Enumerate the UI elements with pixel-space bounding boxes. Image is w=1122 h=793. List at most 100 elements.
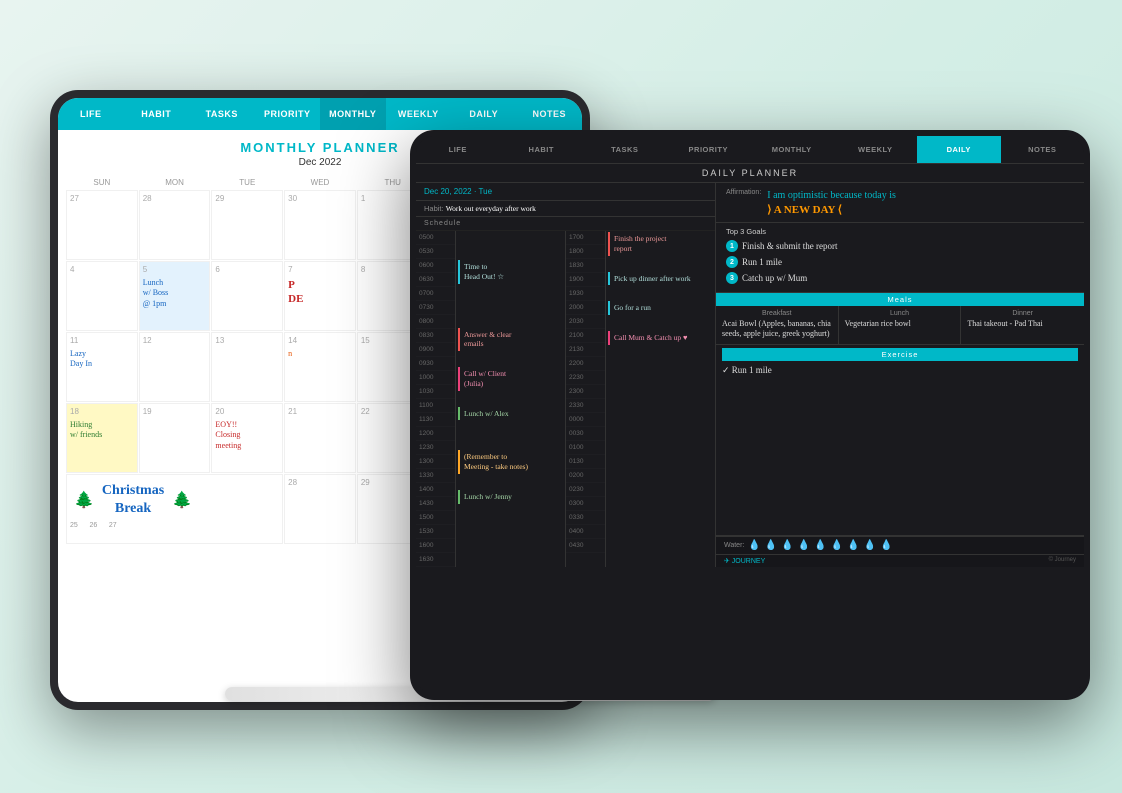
timeslot-0000: 0000 bbox=[566, 413, 605, 427]
timeslot-0600: 0600 bbox=[416, 259, 455, 273]
cal-cell-14[interactable]: 14 n bbox=[284, 332, 356, 402]
cal-cell-28-prev[interactable]: 28 bbox=[139, 190, 211, 260]
cal-cell-13[interactable]: 13 bbox=[211, 332, 283, 402]
front-nav-habit[interactable]: HABIT bbox=[500, 136, 584, 163]
front-nav-weekly[interactable]: WEEKLY bbox=[834, 136, 918, 163]
timeslot-1400: 1400 bbox=[416, 483, 455, 497]
cal-cell-18[interactable]: 18 Hikingw/ friends bbox=[66, 403, 138, 473]
water-drop-5: 💧 bbox=[814, 540, 826, 551]
dinner-label: Dinner bbox=[967, 310, 1078, 317]
meals-grid: Breakfast Acai Bowl (Apples, bananas, ch… bbox=[716, 306, 1084, 345]
ipad-front: LIFE HABIT TASKS PRIORITY MONTHLY WEEKLY… bbox=[410, 130, 1090, 700]
habit-label: Habit: bbox=[424, 204, 444, 213]
xmas-text: ChristmasBreak bbox=[102, 482, 164, 518]
timeslot-0500: 0500 bbox=[416, 231, 455, 245]
back-nav-weekly[interactable]: WEEKLY bbox=[386, 98, 452, 130]
event-meeting-notes: (Remember toMeeting - take notes) bbox=[458, 450, 563, 474]
water-drop-2: 💧 bbox=[765, 540, 777, 551]
water-drop-4: 💧 bbox=[798, 540, 810, 551]
cal-cell-6[interactable]: 6 bbox=[211, 261, 283, 331]
meal-dinner: Dinner Thai takeout - Pad Thai bbox=[961, 306, 1084, 344]
goal-num-1: 1 bbox=[726, 240, 738, 252]
exercise-header: Exercise bbox=[722, 348, 1078, 361]
schedule-label: Schedule bbox=[416, 217, 715, 231]
cal-header-wed: WED bbox=[284, 176, 356, 189]
front-nav-tasks[interactable]: TASKS bbox=[583, 136, 667, 163]
timeslot-1530: 1530 bbox=[416, 525, 455, 539]
footer-logo: ✈ JOURNEY bbox=[724, 557, 765, 565]
timeslot-2030: 2030 bbox=[566, 315, 605, 329]
timeslot-0700: 0700 bbox=[416, 287, 455, 301]
cal-cell-12[interactable]: 12 bbox=[139, 332, 211, 402]
goals-section: Top 3 Goals 1 Finish & submit the report… bbox=[716, 223, 1084, 293]
event-call-mum: Call Mum & Catch up ♥ bbox=[608, 331, 713, 345]
event-pickup-dinner: Pick up dinner after work bbox=[608, 272, 713, 286]
back-nav-priority[interactable]: PRIORITY bbox=[255, 98, 321, 130]
goal-num-3: 3 bbox=[726, 272, 738, 284]
water-drop-6: 💧 bbox=[831, 540, 843, 551]
event-lunch-alex: Lunch w/ Alex bbox=[458, 407, 563, 421]
back-nav-notes[interactable]: NOTES bbox=[517, 98, 583, 130]
cal-cell-21[interactable]: 21 bbox=[284, 403, 356, 473]
goal-text-3: Catch up w/ Mum bbox=[742, 273, 807, 283]
front-right-panel: Affirmation: I am optimistic because tod… bbox=[716, 183, 1084, 567]
cal-cell-28[interactable]: 28 bbox=[284, 474, 356, 544]
cal-header-tue: TUE bbox=[211, 176, 283, 189]
cal-cell-30-prev[interactable]: 30 bbox=[284, 190, 356, 260]
front-nav-monthly[interactable]: MONTHLY bbox=[750, 136, 834, 163]
timeslot-2200: 2200 bbox=[566, 357, 605, 371]
affirmation-area: Affirmation: I am optimistic because tod… bbox=[716, 183, 1084, 223]
timeslot-0530: 0530 bbox=[416, 245, 455, 259]
timeslot-1230: 1230 bbox=[416, 441, 455, 455]
timeslot-2000: 2000 bbox=[566, 301, 605, 315]
front-left-panel: Dec 20, 2022 · Tue Habit: Work out every… bbox=[416, 183, 716, 567]
front-nav-life[interactable]: LIFE bbox=[416, 136, 500, 163]
footer-copyright: © Journey bbox=[1049, 557, 1076, 565]
timeslot-2230: 2230 bbox=[566, 371, 605, 385]
cal-cell-5[interactable]: 5 Lunchw/ Boss@ 1pm bbox=[139, 261, 211, 331]
cal-cell-27-prev[interactable]: 27 bbox=[66, 190, 138, 260]
time-column-left: 0500 0530 0600 0630 0700 0730 0800 0830 … bbox=[416, 231, 456, 567]
daily-planner-header: DAILY PLANNER bbox=[416, 164, 1084, 183]
back-nav-monthly[interactable]: MONTHLY bbox=[320, 98, 386, 130]
front-nav-daily[interactable]: DAILY bbox=[917, 136, 1001, 163]
habit-value: Work out everyday after work bbox=[446, 204, 536, 213]
event-column-right: Finish the projectreport Pick up dinner … bbox=[606, 231, 715, 567]
back-nav: LIFE HABIT TASKS PRIORITY MONTHLY WEEKLY… bbox=[58, 98, 582, 130]
water-drop-3: 💧 bbox=[781, 540, 793, 551]
event-column-left: Time toHead Out! ☆ Answer & clearemails … bbox=[456, 231, 565, 567]
timeslot-1500: 1500 bbox=[416, 511, 455, 525]
timeslot-1630: 1630 bbox=[416, 553, 455, 567]
timeslot-0830: 0830 bbox=[416, 329, 455, 343]
habit-row: Habit: Work out everyday after work bbox=[416, 201, 715, 217]
tree-icon-left: 🌲 bbox=[74, 490, 94, 510]
goal-text-1: Finish & submit the report bbox=[742, 241, 838, 251]
back-nav-habit[interactable]: HABIT bbox=[124, 98, 190, 130]
back-nav-daily[interactable]: DAILY bbox=[451, 98, 517, 130]
water-tracker: Water: 💧 💧 💧 💧 💧 💧 💧 💧 💧 bbox=[716, 536, 1084, 554]
daily-planner-title: DAILY PLANNER bbox=[702, 168, 798, 178]
cal-cell-11[interactable]: 11 LazyDay In bbox=[66, 332, 138, 402]
front-nav-notes[interactable]: NOTES bbox=[1001, 136, 1085, 163]
timeslot-1900: 1900 bbox=[566, 273, 605, 287]
cal-cell-25[interactable]: 🌲 ChristmasBreak 🌲 25 26 27 bbox=[66, 474, 283, 544]
cal-cell-20[interactable]: 20 EOY!!Closingmeeting bbox=[211, 403, 283, 473]
back-nav-tasks[interactable]: TASKS bbox=[189, 98, 255, 130]
timeslot-1130: 1130 bbox=[416, 413, 455, 427]
front-nav-priority[interactable]: PRIORITY bbox=[667, 136, 751, 163]
timeslot-2330: 2330 bbox=[566, 399, 605, 413]
goal-text-2: Run 1 mile bbox=[742, 257, 782, 267]
cal-cell-29-prev[interactable]: 29 bbox=[211, 190, 283, 260]
timeslot-1330: 1330 bbox=[416, 469, 455, 483]
dinner-value: Thai takeout - Pad Thai bbox=[967, 319, 1078, 329]
cal-cell-19[interactable]: 19 bbox=[139, 403, 211, 473]
event-go-for-run: Go for a run bbox=[608, 301, 713, 315]
back-nav-life[interactable]: LIFE bbox=[58, 98, 124, 130]
cal-cell-7[interactable]: 7 PDE bbox=[284, 261, 356, 331]
timeslot-1030: 1030 bbox=[416, 385, 455, 399]
footer-bar: ✈ JOURNEY © Journey bbox=[716, 554, 1084, 567]
lunch-value: Vegetarian rice bowl bbox=[845, 319, 955, 329]
exercise-section: Exercise ✓ Run 1 mile bbox=[716, 345, 1084, 379]
cal-cell-4[interactable]: 4 bbox=[66, 261, 138, 331]
event-lunch-jenny: Lunch w/ Jenny bbox=[458, 490, 563, 504]
